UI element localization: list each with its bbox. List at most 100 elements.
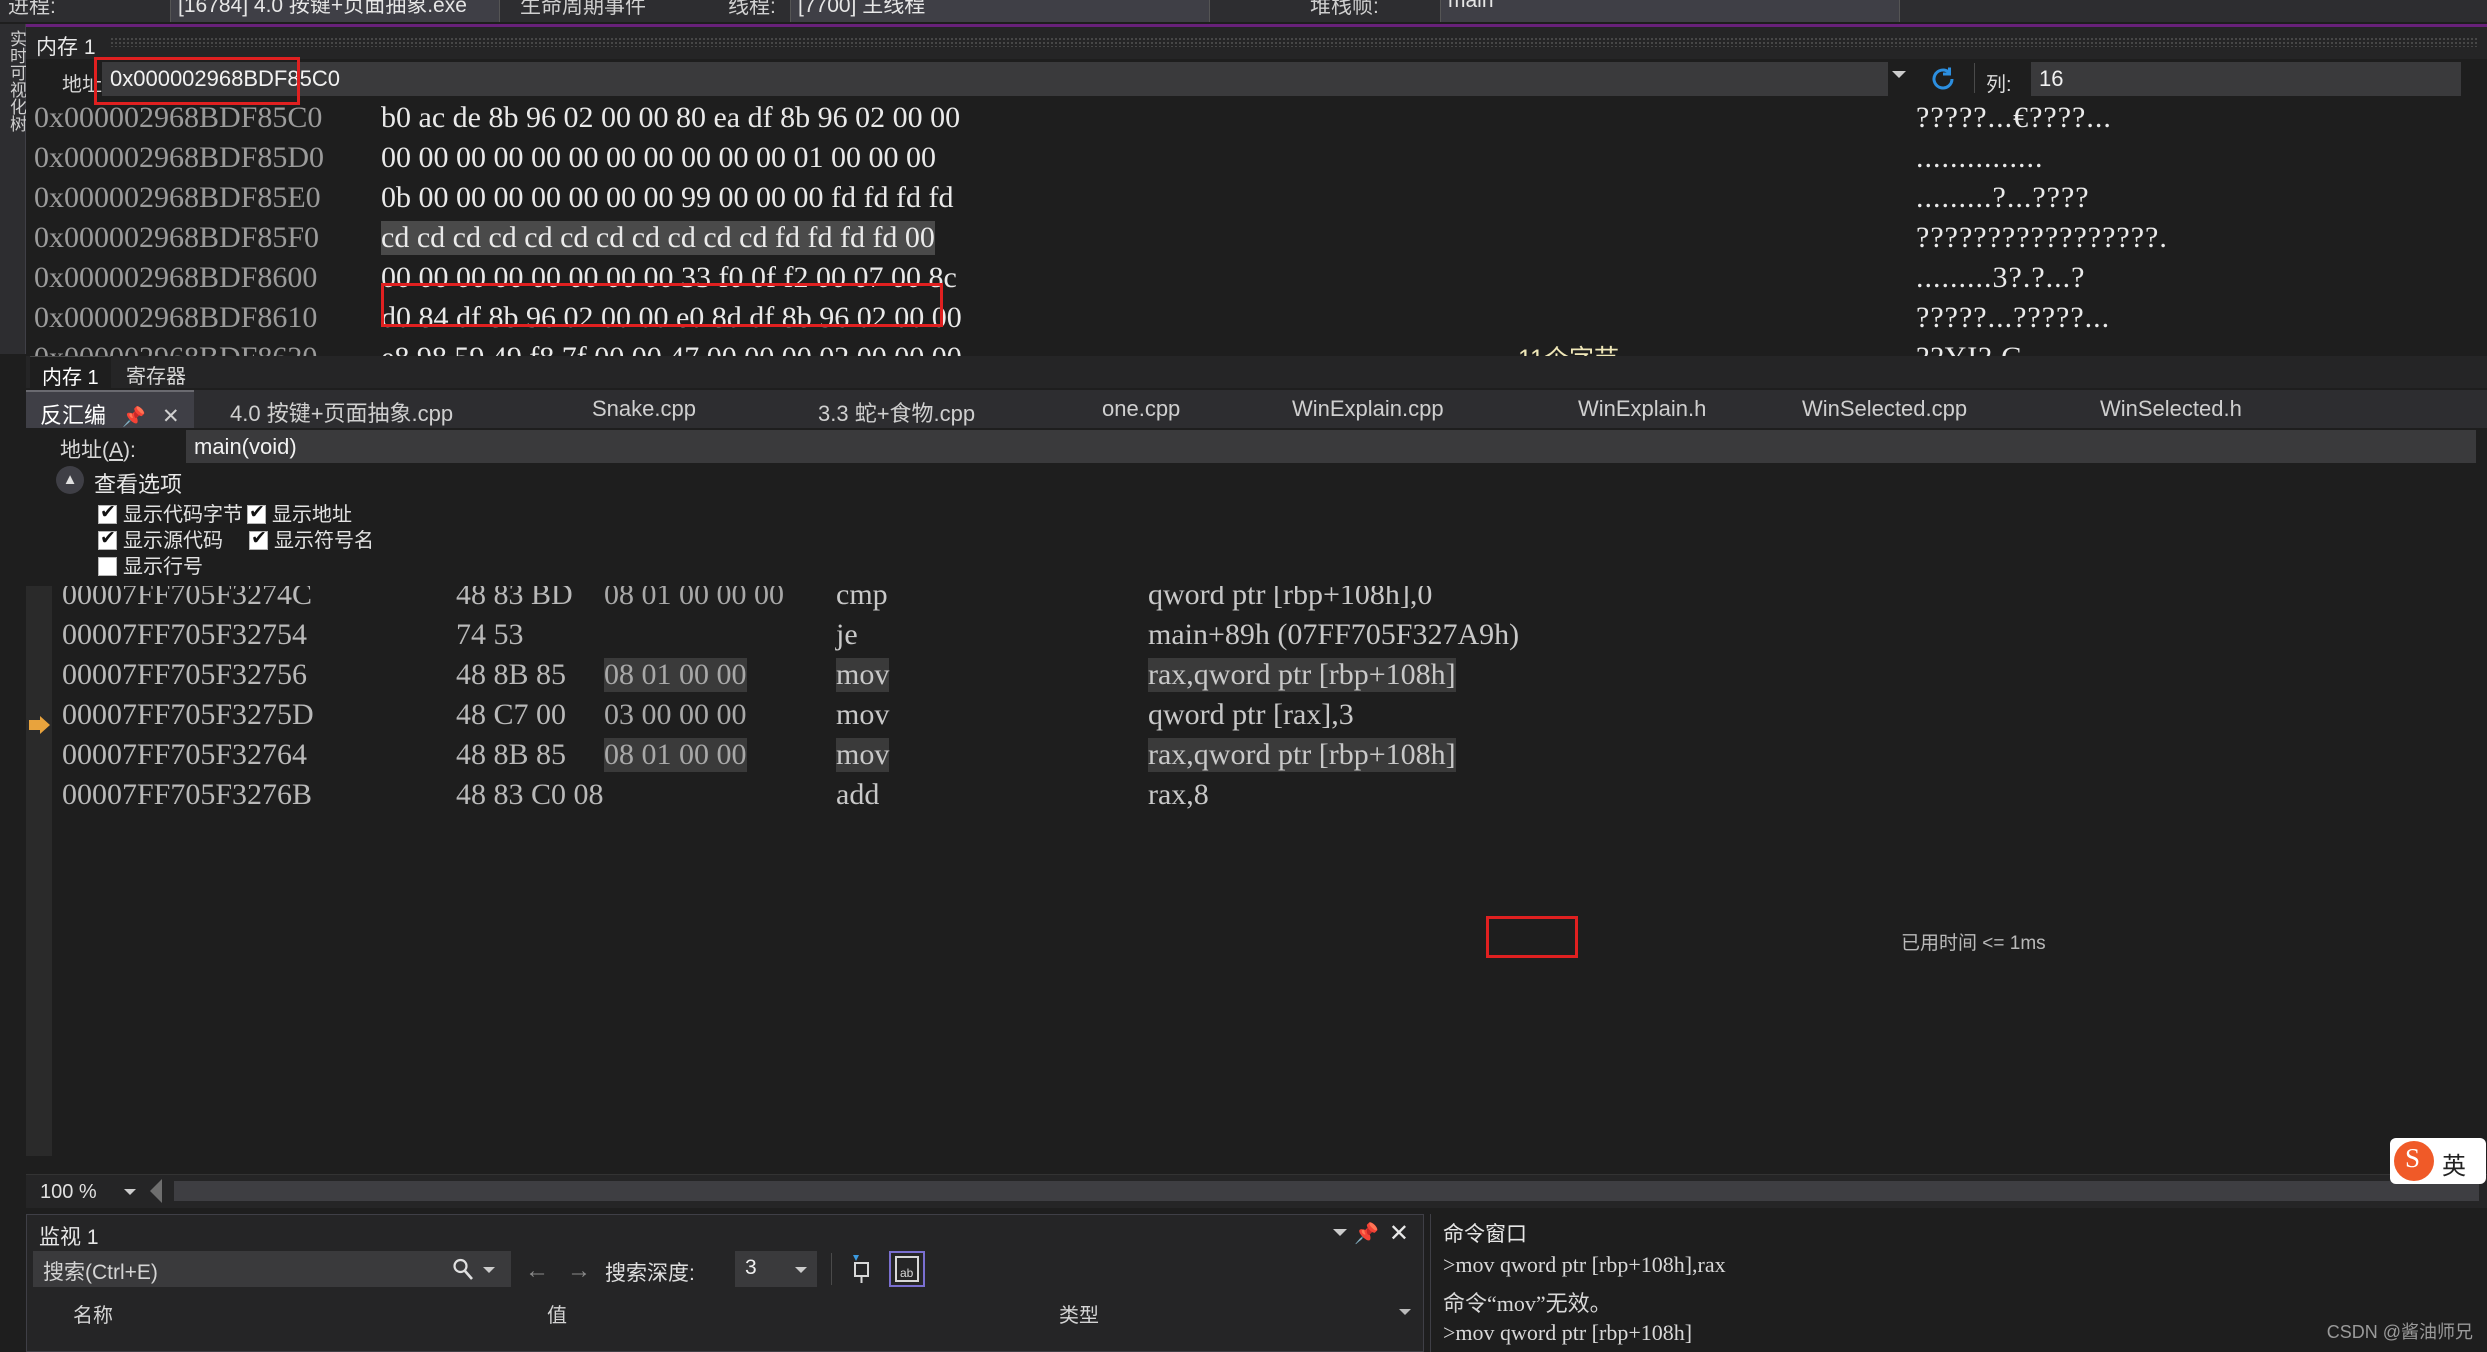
sidebar-item-live-visual-tree[interactable]: 实时可视化树: [0, 24, 26, 354]
view-options-row-2: 显示源代码 显示符号名: [98, 524, 374, 552]
memory-dump-rows[interactable]: 0x000002968BDF85C0 b0 ac de 8b 96 02 00 …: [26, 101, 2487, 357]
memory-row[interactable]: 0x000002968BDF8610 d0 84 df 8b 96 02 00 …: [26, 301, 2487, 341]
chevron-down-icon[interactable]: [1892, 71, 1906, 78]
memory-row[interactable]: 0x000002968BDF8620 e8 98 59 49 f8 7f 00 …: [26, 341, 2487, 357]
tab-winselected-cpp[interactable]: WinSelected.cpp: [1788, 390, 1981, 428]
watch-window-title: 监视 1: [39, 1226, 99, 1249]
column-header-name[interactable]: 名称: [73, 1299, 113, 1328]
disassembly-line-mnemonic: cmp: [836, 586, 888, 611]
memory-row-hex: 00 00 00 00 00 00 00 00 33 f0 0f f2 00 0…: [381, 261, 957, 294]
search-depth-select[interactable]: 3: [735, 1251, 817, 1287]
memory-row[interactable]: 0x000002968BDF85F0 cd cd cd cd cd cd cd …: [26, 221, 2487, 261]
memory-row[interactable]: 0x000002968BDF85E0 0b 00 00 00 00 00 00 …: [26, 181, 2487, 221]
label-show-address: 显示地址: [272, 504, 352, 526]
pin-icon[interactable]: 📌: [122, 407, 146, 428]
watch-column-headers: 名称 值 类型: [27, 1295, 1425, 1328]
memory-row[interactable]: 0x000002968BDF8600 00 00 00 00 00 00 00 …: [26, 261, 2487, 301]
disassembly-line-operands: qword ptr [rax],3: [1148, 698, 1354, 731]
memory-columns-input[interactable]: [2031, 62, 2461, 96]
close-icon[interactable]: ✕: [162, 405, 180, 428]
chevron-up-icon[interactable]: ▲: [56, 466, 84, 494]
checkbox-show-code-bytes[interactable]: [98, 501, 117, 524]
bytes-count-annotation: 11个字节: [1518, 339, 1619, 357]
arrow-right-icon[interactable]: →: [567, 1257, 591, 1285]
refresh-icon[interactable]: [1927, 63, 1959, 95]
search-placeholder: 搜索(Ctrl+E): [43, 1261, 158, 1284]
disassembly-line[interactable]: 00007FF705F32754 74 53 je main+89h (07FF…: [26, 618, 2487, 658]
disassembly-line-mnemonic: mov: [836, 698, 890, 731]
pin-icon[interactable]: 📌: [1354, 1221, 1379, 1246]
memory-row[interactable]: 0x000002968BDF85D0 00 00 00 00 00 00 00 …: [26, 141, 2487, 181]
disassembly-line[interactable]: 00007FF705F32756 48 8B 85 08 01 00 00 mo…: [26, 658, 2487, 698]
disassembly-code-area[interactable]: 00007FF705F3274C 48 83 BD 08 01 00 00 00…: [26, 586, 2487, 1156]
label-show-symbol-names: 显示符号名: [274, 530, 374, 552]
chevron-down-icon[interactable]: [124, 1189, 136, 1195]
process-value: [16784] 4.0 按键+页面抽象.exe: [178, 0, 467, 17]
tab-registers[interactable]: 寄存器: [114, 356, 198, 388]
horizontal-scrollbar[interactable]: [174, 1181, 2479, 1201]
disassembly-line-mnemonic: mov: [836, 658, 890, 692]
drag-handle-dots[interactable]: [110, 37, 2477, 47]
close-icon[interactable]: ✕: [1389, 1219, 1409, 1248]
zoom-level-value[interactable]: 100 %: [40, 1181, 97, 1204]
disassembly-line-operands: rax,qword ptr [rbp+108h]: [1148, 658, 1456, 692]
disassembly-address-input[interactable]: [186, 430, 2476, 463]
memory-address-input[interactable]: [102, 62, 1888, 96]
memory-columns-label: 列:: [1986, 74, 2012, 96]
memory-row[interactable]: 0x000002968BDF85C0 b0 ac de 8b 96 02 00 …: [26, 101, 2487, 141]
elapsed-time-label: 已用时间 <= 1ms: [1901, 933, 2046, 954]
disassembly-window: 反汇编 📌 ✕ 4.0 按键+页面抽象.cpp Snake.cpp 3.3 蛇+…: [26, 390, 2487, 1208]
label-show-line-numbers: 显示行号: [123, 556, 203, 578]
checkbox-show-source-code[interactable]: [98, 527, 117, 550]
tab-winselected-h[interactable]: WinSelected.h: [2086, 390, 2256, 428]
checkbox-show-symbol-names[interactable]: [249, 527, 268, 550]
svg-text:ab: ab: [900, 1266, 914, 1280]
arrow-left-icon[interactable]: ←: [525, 1257, 549, 1285]
memory-row-address: 0x000002968BDF8600: [34, 261, 318, 294]
tab-winexplain-h[interactable]: WinExplain.h: [1564, 390, 1720, 428]
disassembly-line[interactable]: 00007FF705F3276B 48 83 C0 08 add rax,8: [26, 778, 2487, 818]
memory-row-ascii: ?????...?????...: [1916, 301, 2111, 334]
search-input[interactable]: 搜索(Ctrl+E): [33, 1251, 511, 1287]
label-show-code-bytes: 显示代码字节: [123, 504, 243, 526]
search-depth-value: 3: [745, 1256, 757, 1279]
column-header-value[interactable]: 值: [547, 1299, 567, 1328]
lifecycle-events-label[interactable]: 生命周期事件: [520, 0, 646, 20]
chevron-down-icon[interactable]: [795, 1267, 807, 1273]
command-line-input[interactable]: >mov qword ptr [rbp+108h]: [1443, 1320, 1692, 1346]
disassembly-address-label: 地址(A):: [60, 434, 136, 464]
search-icon[interactable]: [451, 1257, 475, 1281]
disassembly-line-bytes1: 48 83 BD: [456, 586, 573, 611]
disassembly-address-label-suffix: ):: [123, 439, 136, 462]
hex-display-icon[interactable]: ab: [889, 1251, 925, 1287]
disassembly-line[interactable]: 00007FF705F32764 48 8B 85 08 01 00 00 mo…: [26, 738, 2487, 778]
command-line-output: 命令“mov”无效。: [1443, 1291, 1612, 1316]
chevron-down-icon[interactable]: [483, 1267, 495, 1273]
scroll-left-icon[interactable]: [150, 1179, 162, 1203]
memory-row-ascii: ?????????????????.: [1916, 221, 2168, 254]
chevron-down-icon[interactable]: [1333, 1229, 1347, 1236]
disassembly-line-operands: main+89h (07FF705F327A9h): [1148, 618, 1520, 651]
tab-disassembly[interactable]: 反汇编 📌 ✕: [26, 390, 194, 428]
disassembly-line-current[interactable]: 00007FF705F3275D 48 C7 00 03 00 00 00 mo…: [26, 698, 2487, 738]
disassembly-line[interactable]: 00007FF705F3274C 48 83 BD 08 01 00 00 00…: [26, 586, 2487, 618]
chevron-down-icon[interactable]: [1399, 1309, 1411, 1315]
disassembly-line-bytes2: 08 01 00 00: [604, 658, 747, 692]
tab-keypress-page-abstraction-cpp[interactable]: 4.0 按键+页面抽象.cpp: [216, 390, 467, 428]
disassembly-line-address: 00007FF705F32756: [62, 658, 308, 691]
tab-memory-1[interactable]: 内存 1: [30, 356, 111, 389]
disassembly-line-address: 00007FF705F32764: [62, 738, 308, 771]
tab-one-cpp[interactable]: one.cpp: [1088, 390, 1194, 428]
tab-snake-food-cpp[interactable]: 3.3 蛇+食物.cpp: [804, 390, 989, 428]
column-header-type[interactable]: 类型: [1059, 1299, 1099, 1328]
memory-row-address: 0x000002968BDF8610: [34, 301, 318, 334]
view-options-header[interactable]: ▲ 查看选项: [56, 466, 374, 498]
ime-status-badge[interactable]: S 英: [2390, 1138, 2486, 1184]
checkbox-show-line-numbers[interactable]: [98, 557, 117, 576]
tab-snake-cpp[interactable]: Snake.cpp: [578, 390, 710, 428]
stackframe-combo[interactable]: [1440, 0, 1900, 22]
checkbox-show-address[interactable]: [247, 501, 266, 524]
pin-filter-icon[interactable]: [845, 1253, 877, 1285]
tab-winexplain-cpp[interactable]: WinExplain.cpp: [1278, 390, 1458, 428]
memory-window-title: 内存 1: [36, 36, 96, 59]
